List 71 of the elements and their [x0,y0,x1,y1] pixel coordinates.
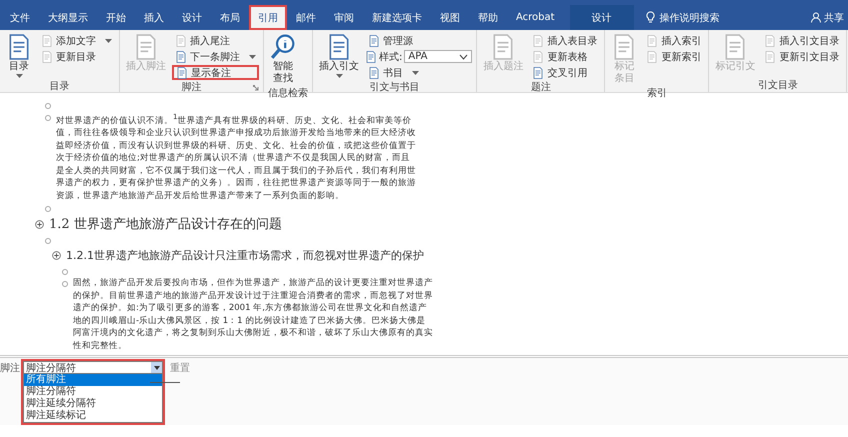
dropdown-option[interactable]: 所有脚注 [24,374,162,386]
ribbon-tab[interactable]: 新建选项卡 [363,5,431,30]
ribbon-button[interactable]: 目录 [4,33,34,79]
group-label: 索引 [646,86,667,100]
dropdown-option[interactable]: 脚注分隔符 [24,386,162,398]
document-icon [368,34,380,46]
document-icon [368,66,380,78]
dropdown-option[interactable]: 脚注延续标记 [24,410,162,422]
ribbon-tab[interactable]: 开始 [97,5,135,30]
outline-bullet-icon [45,115,51,121]
style-label: 样式: [379,50,402,64]
document-icon [41,34,53,46]
document-icon [175,50,187,62]
group-label: 目录 [50,80,70,93]
document-icon [764,34,776,46]
ribbon-tab[interactable]: 插入 [135,5,173,30]
ribbon-tab[interactable]: 布局 [211,5,249,30]
ribbon-button[interactable]: 管理源 [365,33,472,48]
tell-me-search[interactable]: 操作说明搜索 [660,10,720,24]
group-label: 引文目录 [758,78,798,92]
body-paragraph: 对世界遗产的价值认识不清。$^{1}$世界遗产具有世界级的科研、历史、文化、社会和审美等价值，而往往各级领导和企业只认识到世界遗产申报成功后旅游开发给当地带来的巨大经济收益即经济价值，而没有认识到世界级的科研、历史、文化、社会的价值，或把这些价值置于次于经济价值的地位;对世界遗产的所属认识不清（世界遗产不仅是我国人民的财富，而且是全人类的共同财富，它不仅属于我们这一代人，而且属于我们的子孙后代，我们有利用世界遗产的权力，更有保护世界遗产的义务）。因而，往往把世界遗产资源等同于一般的旅游资源，世界遗产地旅游产品开发后给世界遗产带来了一系列负面的影响。 [56,111,416,202]
ribbon-button[interactable]: 书目 [365,65,472,80]
document-icon [532,34,544,46]
document-icon [646,34,658,46]
document-icon [41,50,53,62]
ribbon-tab[interactable]: 大纲显示 [39,5,97,30]
body-paragraph: 固然，旅游产品开发后要投向市场，但作为世界遗产，旅游产品的设计更要注重对世界遗产的保护。目前世界遗产地的旅游产品开发设计过于注重迎合消费者的需求，而忽视了对世界遗产的保护。如:为了吸引更多的游客，2001 年,东方佛都旅游公司在世界文化和自然遗产地的四川峨眉山-乐山大佛风景区，按 1：1 的比例设计建造了巴米扬大佛。巴米扬大佛是阿富汗境内的文化遗产，将之复制到乐山大佛附近，极不和谐，破坏了乐山大佛原有的真实性和完整性。 [73,277,433,352]
document-icon [532,50,544,62]
ribbon-tab[interactable]: 视图 [431,5,469,30]
style-dropdown[interactable]: APA [404,50,472,63]
lightbulb-icon [646,11,655,24]
document-icon [532,66,544,78]
search-icon [270,34,296,60]
document-icon [646,50,658,62]
outline-heading: 1.2.1世界遗产地旅游产品设计只注重市场需求，而忽视对世界遗产的保护 [66,248,424,264]
ribbon-button[interactable]: 插入引文 [317,33,361,80]
ribbon-tab[interactable]: 设计 [570,5,634,30]
ribbon-button[interactable]: 智能查找 [268,33,298,86]
document-icon [365,50,377,62]
footnote-dropdown[interactable]: 脚注分隔符 [23,361,163,374]
document-icon [764,50,776,62]
plus-circle-icon[interactable] [52,251,61,260]
outline-bullet-icon [45,103,51,109]
document-icon [176,66,188,78]
ribbon-tab[interactable]: 文件 [1,5,39,30]
person-icon [811,12,821,23]
outline-heading: 1.2 世界遗产地旅游产品设计存在的问题 [49,216,282,234]
outline-bullet-icon [45,206,51,212]
share-button[interactable]: 共享 [824,10,844,24]
ribbon-button[interactable]: 下一条脚注 [172,49,259,64]
outline-bullet-icon [62,281,68,288]
ribbon-tab[interactable]: 引用 [249,5,287,30]
group-label: 引文与书目 [370,80,420,94]
plus-circle-icon[interactable] [35,220,44,229]
ribbon-tab[interactable]: 邮件 [287,5,325,30]
dropdown-option[interactable]: 脚注延续分隔符 [24,398,162,410]
group-label: 脚注 [182,80,202,94]
ribbon-button[interactable]: 交叉引用 [529,65,600,80]
group-label: 题注 [530,80,551,94]
ribbon-tab[interactable]: Acrobat [507,5,564,30]
ribbon-tab[interactable]: 审阅 [325,5,363,30]
ribbon-tab[interactable]: 帮助 [469,5,507,30]
launcher-icon[interactable] [253,85,259,91]
chevron-icon [459,54,468,60]
ribbon-tab[interactable]: 设计 [173,5,211,30]
document-icon [175,34,187,46]
outline-bullet-icon [62,269,68,276]
outline-bullet-icon [45,238,51,244]
group-label: 信息检索 [268,86,308,100]
pane-label: 脚注 [0,362,20,375]
ribbon-button[interactable]: 显示备注 [172,65,259,80]
